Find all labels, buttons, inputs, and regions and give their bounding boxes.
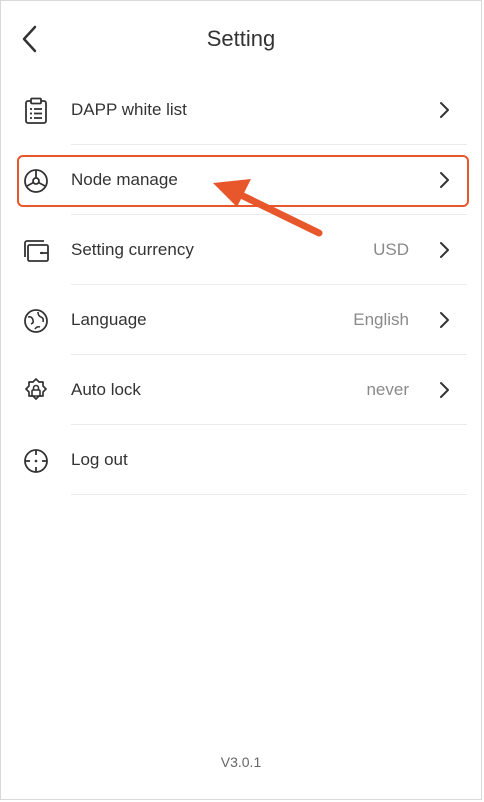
page-title: Setting: [206, 26, 276, 51]
chevron-right-icon: [440, 102, 449, 118]
clipboard-icon: [21, 96, 51, 126]
menu-item-label: Node manage: [71, 170, 178, 189]
app-version: V3.0.1: [220, 754, 262, 770]
menu-item-log-out[interactable]: Log out: [1, 425, 481, 495]
app-frame: Setting DAPP white list Node manage Sett…: [0, 0, 482, 800]
header: Setting: [1, 1, 481, 75]
chevron-right-icon: [440, 312, 449, 328]
divider: [71, 494, 467, 495]
menu-item-auto-lock[interactable]: Auto lock never: [1, 355, 481, 425]
menu-item-label: Auto lock: [71, 380, 141, 399]
node-icon: [21, 166, 51, 196]
menu-item-label: DAPP white list: [71, 100, 187, 119]
menu-item-label: Log out: [71, 450, 128, 469]
logout-icon: [21, 446, 51, 476]
language-value: English: [353, 310, 409, 329]
menu-item-language[interactable]: Language English: [1, 285, 481, 355]
menu-item-setting-currency[interactable]: Setting currency USD: [1, 215, 481, 285]
currency-value: USD: [373, 240, 409, 259]
wallet-icon: [21, 236, 51, 266]
menu-item-dapp-white-list[interactable]: DAPP white list: [1, 75, 481, 145]
gear-lock-icon: [21, 376, 51, 406]
chevron-right-icon: [440, 382, 449, 398]
menu-item-label: Language: [71, 310, 147, 329]
auto-lock-value: never: [366, 380, 409, 399]
chevron-right-icon: [440, 242, 449, 258]
menu-item-label: Setting currency: [71, 240, 194, 259]
menu-item-node-manage[interactable]: Node manage: [1, 145, 481, 215]
chevron-right-icon: [440, 172, 449, 188]
globe-icon: [21, 306, 51, 336]
settings-menu: DAPP white list Node manage Setting curr…: [1, 75, 481, 495]
